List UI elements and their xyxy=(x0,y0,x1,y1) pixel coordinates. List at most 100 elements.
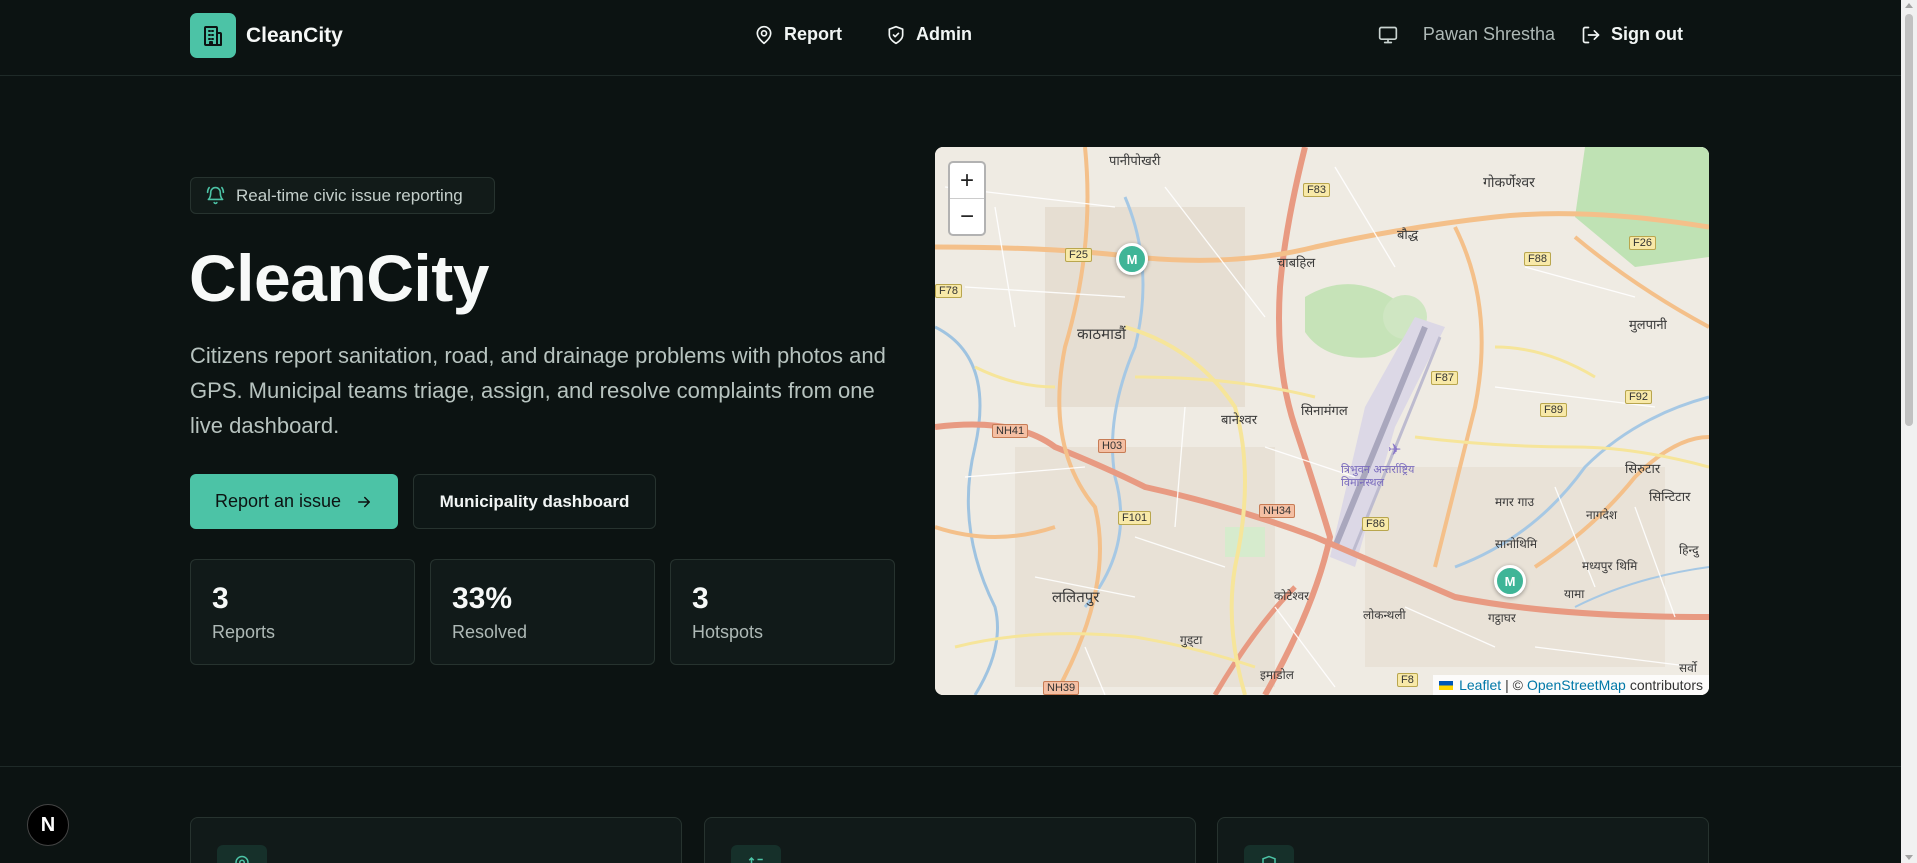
issue-map[interactable]: ✈ पानीपोखरी गोकर्णेश्वर बौद्ध चाबहिल काठ… xyxy=(935,147,1709,695)
user-name: Pawan Shrestha xyxy=(1422,24,1556,44)
map-place-label: गोकर्णेश्वर xyxy=(1483,175,1535,191)
map-place-label: काठमाडौं xyxy=(1077,325,1126,343)
bell-icon xyxy=(206,186,225,205)
map-place-label: सिरुटार xyxy=(1625,462,1661,477)
map-place-label: ललितपुर xyxy=(1052,588,1100,606)
road-tag: NH39 xyxy=(1043,681,1080,695)
tagline-text: Real-time civic issue reporting xyxy=(236,185,463,205)
road-tag: F25 xyxy=(1065,248,1092,262)
map-place-label: बौद्ध xyxy=(1397,228,1419,243)
stat-card-resolved: 33% Resolved xyxy=(430,559,655,665)
map-place-label: कोटेश्वर xyxy=(1274,589,1310,603)
road-tag: F101 xyxy=(1118,511,1152,525)
road-tag: F8 xyxy=(1397,673,1418,687)
feature-card xyxy=(704,817,1196,863)
map-place-label: सिनामंगल xyxy=(1301,404,1348,419)
map-place-label: मध्यपुर थिमि xyxy=(1582,559,1638,573)
map-place-label: लोकन्थली xyxy=(1363,608,1406,622)
map-place-label: इमाडोल xyxy=(1260,668,1294,682)
map-attribution: Leaflet | © OpenStreetMap contributors xyxy=(1433,675,1709,695)
hero-title: CleanCity xyxy=(189,241,489,315)
leaflet-link[interactable]: Leaflet xyxy=(1459,677,1501,693)
stats-row: 3 Reports 33% Resolved 3 Hotspots xyxy=(190,559,895,665)
sign-out-label: Sign out xyxy=(1611,24,1683,44)
stat-label: Hotspots xyxy=(692,622,764,642)
report-issue-button[interactable]: Report an issue xyxy=(190,474,398,529)
stat-card-reports: 3 Reports xyxy=(190,559,415,665)
zoom-control: + − xyxy=(948,161,986,236)
road-tag: NH34 xyxy=(1259,504,1296,518)
svg-text:✈: ✈ xyxy=(1388,440,1401,459)
map-place-label: नागदेश xyxy=(1586,508,1618,522)
stat-value: 3 xyxy=(212,582,229,615)
page-scrollbar[interactable] xyxy=(1901,0,1917,863)
ukraine-flag-icon xyxy=(1439,680,1454,690)
nav-admin[interactable]: Admin xyxy=(886,24,972,45)
feature-card xyxy=(190,817,682,863)
map-place-label: बानेश्वर xyxy=(1221,413,1258,428)
scroll-down-icon[interactable] xyxy=(1905,855,1913,860)
municipality-dashboard-button[interactable]: Municipality dashboard xyxy=(413,474,656,529)
map-pin-icon xyxy=(756,25,772,44)
scroll-up-icon[interactable] xyxy=(1905,3,1913,8)
shield-icon xyxy=(888,25,904,44)
shield-icon xyxy=(1244,845,1294,863)
road-tag: H03 xyxy=(1098,439,1127,453)
nav-admin-label: Admin xyxy=(916,24,972,44)
openstreetmap-link[interactable]: OpenStreetMap xyxy=(1527,677,1626,693)
top-navbar: CleanCity Report Admin Pawan Shrestha Si… xyxy=(0,0,1901,76)
map-place-label: मगर गाउ xyxy=(1495,495,1535,509)
map-place-label: सानोथिमि xyxy=(1495,537,1538,551)
road-tag: F89 xyxy=(1540,403,1567,417)
log-out-icon xyxy=(1582,26,1600,43)
main-nav: Report Admin xyxy=(754,24,972,45)
issue-marker[interactable]: M xyxy=(1116,243,1148,275)
zoom-in-button[interactable]: + xyxy=(950,163,984,199)
feature-card xyxy=(1217,817,1709,863)
map-place-label: चाबहिल xyxy=(1277,256,1316,271)
user-area: Pawan Shrestha Sign out xyxy=(1378,24,1683,45)
issue-marker[interactable]: M xyxy=(1494,565,1526,597)
hero-description: Citizens report sanitation, road, and dr… xyxy=(190,343,886,438)
building-icon xyxy=(190,13,236,58)
map-place-label: गुड्टा xyxy=(1180,633,1203,647)
arrow-right-icon xyxy=(358,496,371,507)
map-place-label: सर्वो xyxy=(1679,661,1697,675)
monitor-icon xyxy=(1378,26,1398,43)
map-pin-icon xyxy=(217,845,267,863)
road-tag: F88 xyxy=(1524,252,1551,266)
brand-name: CleanCity xyxy=(246,23,343,47)
road-tag: F83 xyxy=(1303,183,1330,197)
sort-icon xyxy=(731,845,781,863)
marker-label: M xyxy=(1126,251,1138,267)
theme-toggle[interactable] xyxy=(1378,25,1398,45)
report-issue-label: Report an issue xyxy=(214,491,342,511)
road-tag: F87 xyxy=(1431,371,1458,385)
map-place-label: यामा xyxy=(1564,587,1585,601)
dev-tools-badge[interactable]: N xyxy=(27,804,69,846)
map-place-label: गट्ठाघर xyxy=(1488,611,1516,625)
brand-link[interactable]: CleanCity xyxy=(190,13,343,58)
marker-label: M xyxy=(1504,573,1516,589)
zoom-out-button[interactable]: − xyxy=(950,199,984,235)
road-tag: F92 xyxy=(1625,390,1652,404)
stat-value: 3 xyxy=(692,582,709,615)
municipality-dashboard-label: Municipality dashboard xyxy=(439,491,630,511)
nav-report-label: Report xyxy=(784,24,842,44)
map-place-label: हिन्दु xyxy=(1679,543,1699,557)
map-tiles[interactable]: ✈ xyxy=(935,147,1709,695)
road-tag: NH41 xyxy=(992,424,1029,438)
map-place-label: सिन्टिटार xyxy=(1649,490,1691,505)
stat-label: Resolved xyxy=(452,622,528,642)
sign-out-button[interactable]: Sign out xyxy=(1581,24,1683,45)
attribution-contributors: contributors xyxy=(1629,677,1703,693)
map-place-label: मुलपानी xyxy=(1629,318,1667,333)
stat-value: 33% xyxy=(452,582,513,615)
stat-label: Reports xyxy=(212,622,276,642)
tagline-pill: Real-time civic issue reporting xyxy=(190,177,495,214)
section-divider xyxy=(0,766,1901,767)
scroll-thumb[interactable] xyxy=(1905,14,1913,426)
nav-report[interactable]: Report xyxy=(754,24,842,45)
map-place-label: पानीपोखरी xyxy=(1109,154,1161,169)
map-place-label: त्रिभुवन अन्तर्राष्ट्रिय विमानस्थल xyxy=(1341,463,1415,489)
